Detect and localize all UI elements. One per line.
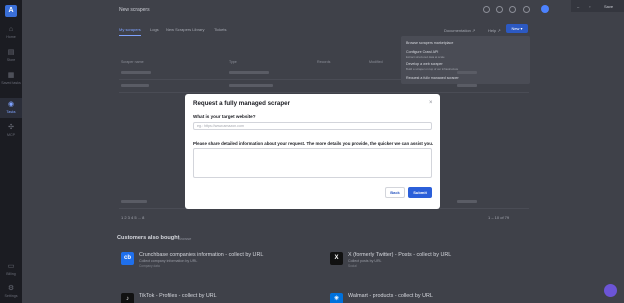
help-link[interactable]: Help ↗ xyxy=(488,28,501,33)
sidebar-item-label: MCP xyxy=(7,133,15,137)
column-header[interactable]: Modified xyxy=(369,60,383,64)
tiktok-logo-icon: ♪ xyxy=(121,293,134,303)
table-row[interactable] xyxy=(119,68,529,80)
mcp-icon: ✣ xyxy=(8,124,14,131)
tab-new-scrapers-library[interactable]: New Scrapers Library xyxy=(166,27,204,32)
settings-icon: ⚙ xyxy=(7,285,15,292)
sidebar-item-saved-tasks[interactable]: ▦ Saved tasks xyxy=(0,72,22,85)
sidebar: A ⌂ Home ▤ Store ▦ Saved tasks ◉ Tasks ✣… xyxy=(0,0,22,303)
sidebar-item-label: Settings xyxy=(4,294,18,298)
chat-icon[interactable] xyxy=(604,284,617,297)
walmart-logo-icon: ✳ xyxy=(330,293,343,303)
column-header[interactable]: Records xyxy=(317,60,330,64)
url-label: What is your target website? xyxy=(193,114,256,119)
card-description: Collect company information by URL xyxy=(139,259,198,263)
store-icon: ▤ xyxy=(7,49,15,56)
menu-item-crawl-api[interactable]: Configure Crawl API Extract structured d… xyxy=(406,50,445,59)
card-meta: Social xyxy=(348,264,357,268)
card-title: X (formerly Twitter) - Posts - collect b… xyxy=(348,252,452,258)
back-button[interactable]: Back xyxy=(385,187,405,198)
sidebar-item-billing[interactable]: ▭ Billing xyxy=(0,263,22,276)
window-controls: – ▫ Save xyxy=(571,0,624,12)
close-icon[interactable]: × xyxy=(429,100,433,106)
sidebar-item-settings[interactable]: ⚙ Settings xyxy=(0,285,22,298)
home-icon: ⌂ xyxy=(8,26,14,33)
minimize-icon[interactable]: – xyxy=(577,4,579,9)
table-row[interactable] xyxy=(119,81,529,93)
page-title: New scrapers xyxy=(119,7,150,13)
section-link[interactable]: Browse xyxy=(178,236,191,241)
section-title: Customers also bought xyxy=(117,235,180,241)
request-scraper-modal: Request a fully managed scraper × What i… xyxy=(185,94,440,209)
pagination-range: 1 – 10 of 79 xyxy=(488,215,510,220)
column-header[interactable]: Scraper name xyxy=(121,60,144,64)
sidebar-item-mcp[interactable]: ✣ MCP xyxy=(0,124,22,137)
sidebar-item-label: Billing xyxy=(6,272,16,276)
column-header[interactable]: Type xyxy=(229,60,237,64)
runs-icon: ◉ xyxy=(7,101,15,108)
sidebar-item-store[interactable]: ▤ Store xyxy=(0,49,22,62)
new-button[interactable]: New ▾ xyxy=(506,24,528,33)
sidebar-item-tasks[interactable]: ◉ Tasks xyxy=(0,98,22,118)
avatar[interactable] xyxy=(541,5,549,13)
menu-item-browse[interactable]: Browse scrapers marketplace xyxy=(406,41,453,45)
help-icon[interactable] xyxy=(496,6,503,13)
maximize-icon[interactable]: ▫ xyxy=(589,4,590,9)
card-title: Crunchbase companies information - colle… xyxy=(139,252,264,258)
app-logo[interactable]: A xyxy=(5,5,17,17)
pagination[interactable]: 1 2 3 4 5 ... 8 xyxy=(121,215,144,220)
submit-button[interactable]: Submit xyxy=(408,187,432,198)
tab-tickets[interactable]: Tickets xyxy=(214,27,227,32)
billing-icon: ▭ xyxy=(7,263,15,270)
sidebar-item-label: Tasks xyxy=(6,110,16,114)
card-meta: Company data xyxy=(139,264,160,268)
window-label: Save xyxy=(604,4,614,9)
sidebar-item-label: Home xyxy=(6,35,16,39)
target-website-input[interactable] xyxy=(193,122,432,130)
details-label: Please share detailed information about … xyxy=(193,141,434,146)
tasks-icon: ▦ xyxy=(7,72,15,79)
card-description: Collect posts by URL xyxy=(348,259,382,263)
x-logo-icon: X xyxy=(330,252,343,265)
tab-logs[interactable]: Logs xyxy=(150,27,159,32)
account-icon[interactable] xyxy=(523,6,530,13)
card-title: Walmart - products - collect by URL xyxy=(348,293,433,299)
modal-title: Request a fully managed scraper xyxy=(193,100,290,107)
sidebar-item-home[interactable]: ⌂ Home xyxy=(0,26,22,39)
tab-my-scrapers[interactable]: My scrapers xyxy=(119,27,141,36)
sidebar-item-label: Store xyxy=(6,58,16,62)
bell-icon[interactable] xyxy=(483,6,490,13)
documentation-link[interactable]: Documentation ↗ xyxy=(444,28,475,33)
grid-icon[interactable] xyxy=(509,6,516,13)
crunchbase-logo-icon: cb xyxy=(121,252,134,265)
card-title: TikTok - Profiles - collect by URL xyxy=(139,293,217,299)
sidebar-item-label: Saved tasks xyxy=(1,81,21,85)
request-details-textarea[interactable] xyxy=(193,148,432,178)
